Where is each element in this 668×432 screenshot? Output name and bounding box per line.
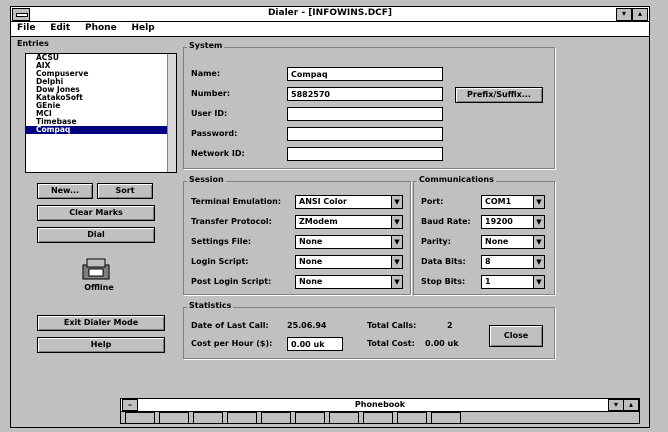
- new-button[interactable]: New...: [37, 183, 93, 199]
- chevron-down-icon[interactable]: ▼: [391, 216, 402, 228]
- chevron-down-icon[interactable]: ▼: [533, 236, 544, 248]
- last-call-value: 25.06.94: [287, 321, 327, 330]
- baud-rate-combo[interactable]: 19200 ▼: [481, 215, 545, 229]
- total-calls-value: 2: [447, 321, 453, 330]
- tools-icon[interactable]: [329, 412, 359, 424]
- list-item[interactable]: Compaq: [26, 126, 176, 134]
- port-combo[interactable]: COM1 ▼: [481, 195, 545, 209]
- data-bits-label: Data Bits:: [421, 257, 466, 266]
- last-call-label: Date of Last Call:: [191, 321, 269, 330]
- emulation-combo[interactable]: ANSI Color ▼: [295, 195, 403, 209]
- post-login-script-combo[interactable]: None ▼: [295, 275, 403, 289]
- users-icon[interactable]: [363, 412, 393, 424]
- title-bar[interactable]: Dialer - [INFOWINS.DCF] ▾ ▴: [11, 7, 649, 22]
- prefix-suffix-button[interactable]: Prefix/Suffix...: [455, 87, 543, 103]
- menu-phone[interactable]: Phone: [79, 22, 123, 34]
- menu-help[interactable]: Help: [126, 22, 161, 34]
- chevron-down-icon[interactable]: ▼: [533, 196, 544, 208]
- help-button[interactable]: Help: [37, 337, 165, 353]
- number-field[interactable]: 5882570: [287, 87, 443, 101]
- stop-bits-combo[interactable]: 1 ▼: [481, 275, 545, 289]
- phonebook-system-menu[interactable]: –: [122, 399, 138, 411]
- cost-per-hour-label: Cost per Hour ($):: [191, 339, 273, 348]
- maximize-button[interactable]: ▴: [632, 8, 648, 21]
- chevron-down-icon[interactable]: ▼: [391, 236, 402, 248]
- window-title: Dialer - [INFOWINS.DCF]: [267, 8, 393, 18]
- settings-file-label: Settings File:: [191, 237, 252, 246]
- network-id-field[interactable]: [287, 147, 443, 161]
- minimize-button[interactable]: ▾: [616, 8, 632, 21]
- communications-label: Communications: [417, 175, 496, 184]
- baud-rate-label: Baud Rate:: [421, 217, 471, 226]
- emulation-label: Terminal Emulation:: [191, 197, 282, 206]
- phonebook-minimize-button[interactable]: ▾: [608, 399, 624, 411]
- chevron-down-icon[interactable]: ▼: [391, 196, 402, 208]
- phonebook-window: Phonebook – ▾ ▴: [120, 398, 640, 424]
- open-icon[interactable]: [159, 412, 189, 424]
- number-label: Number:: [191, 89, 231, 98]
- parity-combo[interactable]: None ▼: [481, 235, 545, 249]
- login-script-label: Login Script:: [191, 257, 249, 266]
- clear-marks-button[interactable]: Clear Marks: [37, 205, 155, 221]
- dial-button[interactable]: Dial: [37, 227, 155, 243]
- post-login-script-label: Post Login Script:: [191, 277, 272, 286]
- protocol-combo[interactable]: ZModem ▼: [295, 215, 403, 229]
- statistics-label: Statistics: [187, 301, 234, 310]
- settings-icon[interactable]: [431, 412, 461, 424]
- stop-bits-label: Stop Bits:: [421, 277, 466, 286]
- protocol-label: Transfer Protocol:: [191, 217, 272, 226]
- offline-status: Offline: [84, 283, 114, 292]
- password-label: Password:: [191, 129, 238, 138]
- system-label: System: [187, 41, 225, 50]
- edit-icon[interactable]: [295, 412, 325, 424]
- session-label: Session: [187, 175, 226, 184]
- login-script-combo[interactable]: None ▼: [295, 255, 403, 269]
- userid-field[interactable]: [287, 107, 443, 121]
- settings-file-combo[interactable]: None ▼: [295, 235, 403, 249]
- chevron-down-icon[interactable]: ▼: [391, 256, 402, 268]
- entries-label: Entries: [15, 39, 51, 48]
- password-field[interactable]: [287, 127, 443, 141]
- chevron-down-icon[interactable]: ▼: [391, 276, 402, 288]
- network-id-label: Network ID:: [191, 149, 245, 158]
- phonebook-maximize-button[interactable]: ▴: [623, 399, 639, 411]
- phone-offline-icon: [81, 255, 111, 281]
- save-icon[interactable]: [193, 412, 223, 424]
- chevron-down-icon[interactable]: ▼: [533, 256, 544, 268]
- chevron-down-icon[interactable]: ▼: [533, 276, 544, 288]
- print-icon[interactable]: [227, 412, 257, 424]
- parity-label: Parity:: [421, 237, 451, 246]
- port-label: Port:: [421, 197, 444, 206]
- entries-list[interactable]: ACSU AIX Compuserve Delphi Dow Jones KatakoSo…: [25, 53, 177, 173]
- total-cost-label: Total Cost:: [367, 339, 415, 348]
- total-cost-value: 0.00 uk: [425, 339, 459, 348]
- menu-file[interactable]: File: [11, 22, 41, 34]
- name-field[interactable]: Compaq: [287, 67, 443, 81]
- phonebook-title[interactable]: Phonebook: [121, 399, 639, 412]
- data-bits-combo[interactable]: 8 ▼: [481, 255, 545, 269]
- search-icon[interactable]: [397, 412, 427, 424]
- new-icon[interactable]: [125, 412, 155, 424]
- dialer-window: Dialer - [INFOWINS.DCF] ▾ ▴ File Edit Ph…: [10, 6, 650, 428]
- cost-per-hour-field[interactable]: 0.00 uk: [287, 337, 343, 351]
- userid-label: User ID:: [191, 109, 228, 118]
- chevron-down-icon[interactable]: ▼: [533, 216, 544, 228]
- dial-icon[interactable]: [261, 412, 291, 424]
- menu-bar: File Edit Phone Help: [11, 22, 649, 37]
- entries-scrollbar[interactable]: [167, 54, 176, 172]
- name-label: Name:: [191, 69, 221, 78]
- menu-edit[interactable]: Edit: [44, 22, 76, 34]
- total-calls-label: Total Calls:: [367, 321, 417, 330]
- sort-button[interactable]: Sort: [97, 183, 153, 199]
- close-button[interactable]: Close: [489, 325, 543, 347]
- exit-dialer-mode-button[interactable]: Exit Dialer Mode: [37, 315, 165, 331]
